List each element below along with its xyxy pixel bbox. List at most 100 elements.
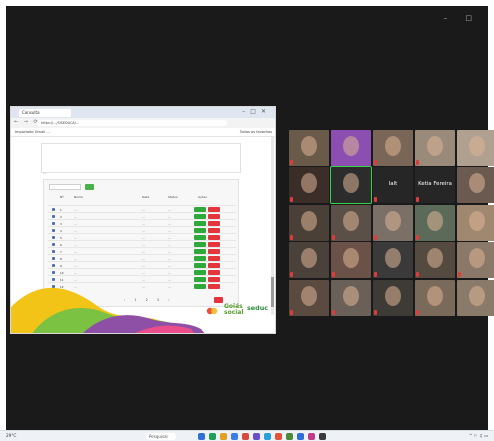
row-number: 5 [60,235,62,240]
taskbar-app-icon[interactable] [253,433,260,440]
mic-muted-icon [332,235,335,240]
row-edit-icon[interactable] [52,208,55,211]
taskbar-app-icon[interactable] [264,433,271,440]
participant-tile[interactable] [331,242,371,278]
taskbar-app-icon[interactable] [198,433,205,440]
row-name: ... [74,270,77,275]
participant-tile[interactable] [373,280,413,316]
row-status: ... [168,263,171,268]
row-number: 4 [60,228,62,233]
participant-tile[interactable] [289,242,329,278]
bookmarks-text[interactable]: Importado Gmail ... [15,130,50,134]
participant-tile[interactable] [331,280,371,316]
row-number: 2 [60,214,62,219]
taskbar-app-icon[interactable] [286,433,293,440]
mic-muted-icon [290,235,293,240]
page-tabs[interactable]: ... [43,171,243,175]
taskbar-app-icon[interactable] [242,433,249,440]
participant-tile[interactable] [457,280,494,316]
row-status: ... [168,214,171,219]
address-bar[interactable]: https://.../SISEDUCA/... [37,120,227,126]
row-edit-icon[interactable] [52,257,55,260]
row-status: ... [168,249,171,254]
row-number: 1 [60,207,62,212]
shared-screen[interactable]: Consulta –□✕ ← → ⟳ https://.../SISEDUCA/… [10,106,276,334]
nav-arrows-icon[interactable]: ← → ⟳ [14,119,40,125]
row-status: ... [168,242,171,247]
participant-tile[interactable] [373,242,413,278]
participant-tile[interactable] [415,280,455,316]
taskbar-app-icon[interactable] [319,433,326,440]
window-controls[interactable]: – □ [444,14,480,22]
participant-tile[interactable]: lalt [373,167,413,203]
taskbar-app-icon[interactable] [209,433,216,440]
system-tray[interactable]: ^ ⚐ ♫ ▭ [469,433,488,438]
row-edit-icon[interactable] [52,215,55,218]
taskbar-app-icon[interactable] [297,433,304,440]
participant-video [301,286,317,306]
row-date: ... [142,256,145,261]
participant-video [427,286,443,306]
participant-tile[interactable] [331,205,371,241]
participant-tile[interactable] [373,130,413,166]
row-name: ... [74,207,77,212]
participant-tile[interactable] [289,130,329,166]
participant-tile[interactable]: Ketia Fereira [415,167,455,203]
row-name: ... [74,214,77,219]
taskbar: 29°C Pesquisar ^ ⚐ ♫ ▭ [0,430,494,441]
browser-titlebar: Consulta –□✕ [11,107,275,118]
table-row: 5......... [48,233,236,240]
row-number: 3 [60,221,62,226]
row-edit-icon[interactable] [52,250,55,253]
taskbar-app-icon[interactable] [220,433,227,440]
row-date: ... [142,221,145,226]
taskbar-app-icon[interactable] [231,433,238,440]
taskbar-app-icon[interactable] [275,433,282,440]
browser-window-controls[interactable]: –□✕ [242,108,271,115]
participant-tile[interactable] [415,130,455,166]
participant-video [343,211,359,231]
row-edit-icon[interactable] [52,222,55,225]
participant-tile[interactable] [457,167,494,203]
participant-tile[interactable] [331,130,371,166]
participant-tile[interactable] [289,280,329,316]
row-date: ... [142,270,145,275]
participant-video [469,173,485,193]
row-status: ... [168,228,171,233]
row-status: ... [168,256,171,261]
participant-tile[interactable] [289,167,329,203]
participant-tile[interactable] [373,205,413,241]
all-bookmarks[interactable]: Todos os favoritos [240,128,272,136]
row-date: ... [142,242,145,247]
weather-widget[interactable]: 29°C [6,433,16,438]
filter-button[interactable] [85,184,94,190]
taskbar-app-icon[interactable] [308,433,315,440]
table-row: 9......... [48,261,236,268]
participant-tile[interactable] [457,242,494,278]
filter-input[interactable]: ... [49,184,81,190]
browser-tab[interactable]: Consulta [19,109,71,117]
goias-logo-line2: social [224,309,244,316]
participant-tile[interactable] [457,205,494,241]
participant-tile[interactable] [457,130,494,166]
row-name: ... [74,221,77,226]
row-edit-icon[interactable] [52,243,55,246]
row-edit-icon[interactable] [52,264,55,267]
mic-muted-icon [416,197,419,202]
row-date: ... [142,263,145,268]
table-row: 3......... [48,219,236,226]
row-edit-icon[interactable] [52,271,55,274]
participant-video [469,136,485,156]
participant-tile[interactable] [415,242,455,278]
participant-tile[interactable] [330,166,372,204]
row-date: ... [142,249,145,254]
participant-tile[interactable] [415,205,455,241]
header-status: Status [168,195,178,199]
row-edit-icon[interactable] [52,229,55,232]
row-number: 10 [60,270,64,275]
participant-video [301,211,317,231]
participant-tile[interactable] [289,205,329,241]
row-edit-icon[interactable] [52,236,55,239]
header-name: Nome [74,195,83,199]
taskbar-search[interactable]: Pesquisar [146,433,176,440]
